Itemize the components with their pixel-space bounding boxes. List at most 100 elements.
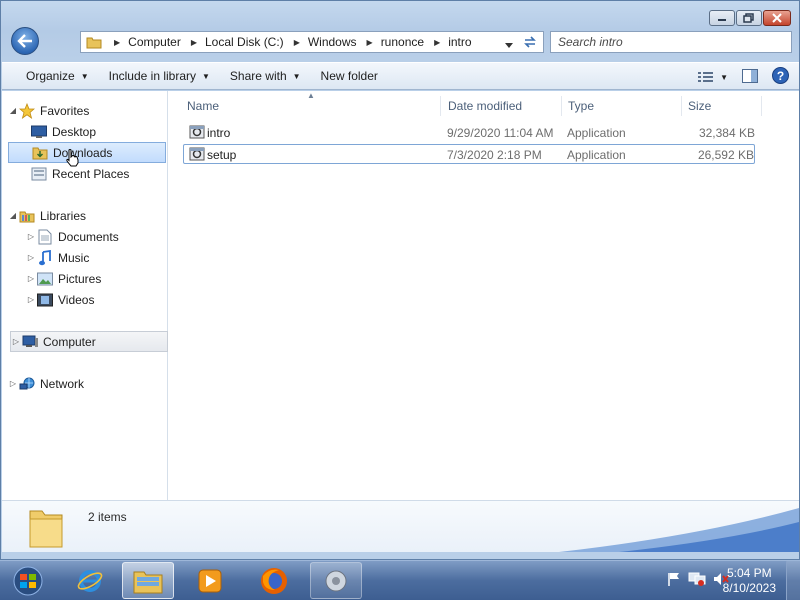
taskbar: 5:04 PM 8/10/2023 xyxy=(0,560,800,600)
organize-button[interactable]: Organize ▼ xyxy=(16,64,99,88)
expand-arrow-icon[interactable]: ▷ xyxy=(26,274,36,283)
new-folder-button[interactable]: New folder xyxy=(311,64,388,88)
nav-recent-places-label: Recent Places xyxy=(52,166,130,181)
expand-arrow-icon[interactable]: ▷ xyxy=(8,379,18,388)
search-input[interactable]: Search intro xyxy=(550,31,792,53)
documents-icon xyxy=(36,229,54,245)
nav-desktop[interactable]: Desktop xyxy=(8,121,166,142)
music-icon xyxy=(36,249,54,266)
system-tray xyxy=(666,571,730,587)
file-name: intro xyxy=(207,126,231,140)
minimize-button[interactable] xyxy=(709,10,735,26)
breadcrumb-arrow-icon[interactable]: ▶ xyxy=(434,38,440,47)
column-date-label: Date modified xyxy=(448,99,523,113)
include-in-library-button[interactable]: Include in library ▼ xyxy=(99,64,220,88)
column-header-size[interactable]: Size xyxy=(682,96,762,116)
expand-arrow-icon[interactable]: ◢ xyxy=(8,211,18,220)
details-view-icon xyxy=(698,72,714,82)
file-row-setup[interactable]: setup 7/3/2020 2:18 PM Application 26,59… xyxy=(183,144,755,164)
breadcrumb-runonce[interactable]: runonce xyxy=(381,35,424,49)
nav-documents[interactable]: ▷ Documents xyxy=(8,226,166,247)
nav-network-label: Network xyxy=(40,376,85,391)
breadcrumb-intro[interactable]: intro xyxy=(448,35,471,49)
close-icon xyxy=(772,13,782,23)
media-player-icon xyxy=(198,569,222,592)
breadcrumb-computer[interactable]: Computer xyxy=(128,35,181,49)
network-status-icon[interactable] xyxy=(688,571,706,587)
caption-buttons xyxy=(709,10,791,26)
view-options-button[interactable]: ▼ xyxy=(698,71,728,83)
nav-libraries[interactable]: ◢ Libraries xyxy=(8,205,166,226)
start-button[interactable] xyxy=(4,563,52,599)
details-pane: 2 items xyxy=(2,500,799,552)
breadcrumb-arrow-icon[interactable]: ▶ xyxy=(367,38,373,47)
show-desktop-button[interactable] xyxy=(786,561,800,600)
nav-videos[interactable]: ▷ Videos xyxy=(8,289,166,310)
preview-pane-button[interactable] xyxy=(742,68,758,86)
share-with-label: Share with xyxy=(229,69,287,83)
column-header-date-modified[interactable]: Date modified xyxy=(442,96,562,116)
taskbar-internet-explorer[interactable] xyxy=(64,562,116,599)
breadcrumb-windows[interactable]: Windows xyxy=(308,35,357,49)
column-header-type[interactable]: Type xyxy=(562,96,682,116)
clock[interactable]: 5:04 PM 8/10/2023 xyxy=(723,566,776,596)
expand-arrow-icon[interactable]: ▷ xyxy=(11,337,21,346)
refresh-icon[interactable] xyxy=(522,35,538,52)
clock-time: 5:04 PM xyxy=(726,566,772,580)
help-button[interactable]: ? xyxy=(772,67,789,87)
nav-recent-places[interactable]: Recent Places xyxy=(8,163,166,184)
nav-music-label: Music xyxy=(58,250,90,265)
expand-arrow-icon[interactable]: ▷ xyxy=(26,232,36,241)
share-with-button[interactable]: Share with ▼ xyxy=(220,64,311,88)
column-name-label: Name xyxy=(187,99,220,113)
nav-documents-label: Documents xyxy=(58,229,119,244)
breadcrumb-arrow-icon[interactable]: ▶ xyxy=(294,38,300,47)
content-area: ◢ Favorites Desktop Downloads Recent Pla… xyxy=(2,91,799,500)
taskbar-setup-app[interactable] xyxy=(310,562,362,599)
back-button[interactable] xyxy=(11,27,39,55)
breadcrumb-local-disk[interactable]: Local Disk (C:) xyxy=(205,35,284,49)
action-center-flag-icon[interactable] xyxy=(666,571,682,587)
nav-music[interactable]: ▷ Music xyxy=(8,247,166,268)
file-type: Application xyxy=(567,148,626,162)
file-list[interactable]: ▲ Name Date modified Type Size intro 9/2… xyxy=(169,91,799,500)
nav-favorites[interactable]: ◢ Favorites xyxy=(8,100,166,121)
expand-arrow-icon[interactable]: ▷ xyxy=(26,253,36,262)
nav-pictures-label: Pictures xyxy=(58,271,102,286)
chevron-down-icon: ▼ xyxy=(292,71,301,81)
nav-network[interactable]: ▷ Network xyxy=(8,373,166,394)
star-icon xyxy=(18,102,36,119)
column-header-name[interactable]: Name xyxy=(181,96,441,116)
maximize-button[interactable] xyxy=(736,10,762,26)
help-icon: ? xyxy=(772,67,789,84)
internet-explorer-icon xyxy=(77,569,103,592)
close-button[interactable] xyxy=(763,10,791,26)
nav-computer[interactable]: ▷ Computer xyxy=(10,331,168,352)
address-bar[interactable]: ▶ Computer ▶ Local Disk (C:) ▶ Windows ▶… xyxy=(80,31,544,53)
maximize-icon xyxy=(743,13,754,23)
application-icon xyxy=(189,124,205,143)
pictures-icon xyxy=(36,271,54,287)
command-bar: Organize ▼ Include in library ▼ Share with… xyxy=(2,62,799,90)
navigation-pane[interactable]: ◢ Favorites Desktop Downloads Recent Pla… xyxy=(2,91,168,500)
column-type-label: Type xyxy=(568,99,595,113)
address-dropdown-icon[interactable] xyxy=(505,38,513,52)
organize-label: Organize xyxy=(26,69,75,83)
nav-downloads[interactable]: Downloads xyxy=(8,142,166,167)
taskbar-firefox[interactable] xyxy=(248,562,300,599)
taskbar-windows-explorer[interactable] xyxy=(122,562,174,599)
breadcrumb-arrow-icon[interactable]: ▶ xyxy=(191,38,197,47)
setup-app-icon xyxy=(325,570,347,591)
file-row-intro[interactable]: intro 9/29/2020 11:04 AM Application 32,… xyxy=(183,123,755,143)
nav-pictures[interactable]: ▷ Pictures xyxy=(8,268,166,289)
nav-computer-label: Computer xyxy=(43,334,96,349)
column-size-label: Size xyxy=(688,99,712,113)
expand-arrow-icon[interactable]: ▷ xyxy=(26,295,36,304)
file-type: Application xyxy=(567,126,626,140)
svg-text:?: ? xyxy=(777,69,784,83)
chevron-down-icon: ▼ xyxy=(80,71,89,81)
expand-arrow-icon[interactable]: ◢ xyxy=(8,106,18,115)
taskbar-media-player[interactable] xyxy=(184,562,236,599)
breadcrumb-arrow-icon[interactable]: ▶ xyxy=(114,38,120,47)
back-arrow-icon xyxy=(17,34,32,48)
